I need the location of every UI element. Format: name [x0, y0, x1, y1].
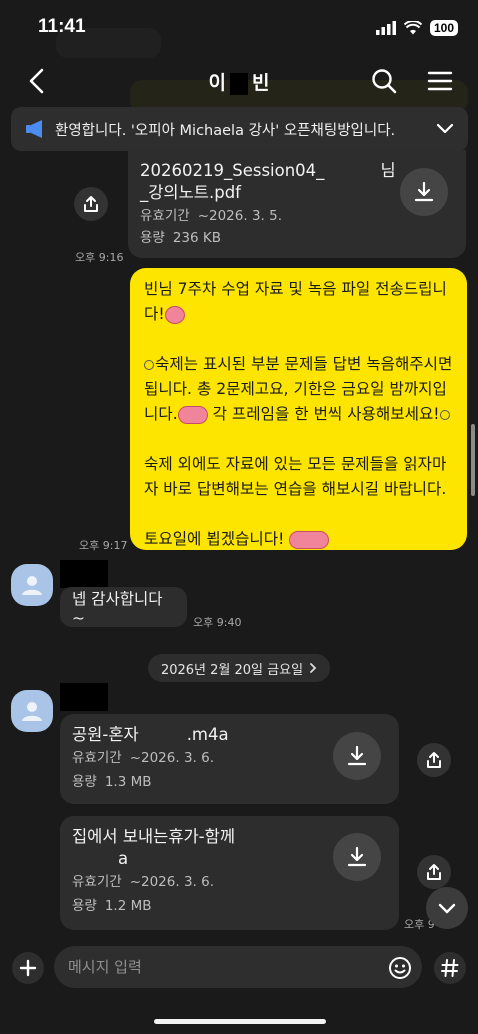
- size-label: 용량: [140, 230, 165, 246]
- file-name-text: 공원-혼자: [72, 725, 139, 744]
- wifi-icon: [403, 21, 422, 35]
- status-icons: 100: [375, 20, 458, 36]
- muscle-emoticon-icon: [289, 530, 330, 549]
- file-size: 용량 1.2 MB: [72, 894, 387, 918]
- size-value: 1.2 MB: [104, 898, 152, 914]
- file-message-audio[interactable]: 집에서 보내는휴가-함께 a 유효기간 ~2026. 3. 6. 용량 1.2 MB: [60, 816, 399, 930]
- message-paragraph: 각 프레임을 한 번씩 사용해보세요!: [212, 405, 440, 423]
- redacted-name: [230, 72, 248, 95]
- hash-icon: [441, 959, 459, 977]
- battery-indicator: 100: [429, 20, 458, 36]
- emoji-icon: [389, 957, 411, 979]
- chevron-down-icon: [438, 903, 456, 914]
- home-indicator: [154, 1019, 326, 1024]
- message-input[interactable]: [54, 946, 422, 988]
- download-icon: [347, 846, 367, 867]
- size-label: 용량: [72, 898, 97, 914]
- share-button[interactable]: [417, 743, 451, 777]
- validity-label: 유효기간: [72, 750, 122, 766]
- emoticon-icon: [164, 305, 185, 324]
- status-time: 11:41: [38, 16, 86, 37]
- search-button[interactable]: [370, 67, 398, 95]
- validity-value: ~2026. 3. 6.: [129, 874, 214, 890]
- message-input-bar: [0, 944, 478, 990]
- hamburger-icon: [427, 71, 453, 91]
- size-label: 용량: [72, 774, 97, 790]
- size-value: 236 KB: [172, 230, 222, 246]
- share-button[interactable]: [417, 855, 451, 889]
- avatar[interactable]: [11, 564, 53, 606]
- download-button[interactable]: [400, 168, 448, 216]
- size-value: 1.3 MB: [104, 774, 152, 790]
- download-icon: [414, 181, 434, 202]
- message-text: 넵 감사합니다~: [72, 590, 163, 627]
- download-icon: [347, 745, 367, 766]
- download-button[interactable]: [333, 732, 381, 780]
- share-icon: [84, 196, 98, 212]
- validity-label: 유효기간: [72, 874, 122, 890]
- avatar[interactable]: [11, 690, 53, 732]
- chat-header: 이빈: [0, 58, 478, 106]
- date-divider-text: 2026년 2월 20일 금요일: [160, 662, 304, 678]
- file-size: 용량 236 KB: [140, 228, 454, 248]
- sent-message-bubble[interactable]: 빈님 7주차 수업 자료 및 녹음 파일 전송드립니다! 숙제는 표시된 부분 …: [130, 268, 467, 550]
- chat-title: 이빈: [0, 68, 478, 95]
- chat-title-start: 이: [208, 72, 226, 94]
- message-time: 오후 9:16: [75, 251, 124, 264]
- status-bar: 11:41 100: [0, 0, 478, 58]
- chevron-right-icon: [310, 663, 317, 673]
- scroll-to-bottom-button[interactable]: [426, 887, 468, 929]
- message-paragraph: 숙제 외에도 자료에 있는 모든 문제들을 읽자마자 바로 답변해보는 연습을 …: [144, 455, 447, 498]
- search-icon: [372, 69, 397, 94]
- share-icon: [427, 752, 441, 768]
- sparkle-emoticon-icon: [439, 409, 450, 420]
- message-time: 오후 9:40: [193, 616, 242, 629]
- hashtag-button[interactable]: [434, 952, 466, 984]
- signal-icon: [375, 21, 396, 35]
- emoticon-icon: [177, 405, 208, 424]
- megaphone-icon: [26, 120, 42, 138]
- file-name-line1: 20260219_Session04_: [140, 161, 325, 180]
- download-button[interactable]: [333, 833, 381, 881]
- redacted-sender-name: [60, 560, 108, 588]
- redacted-sender-name: [60, 683, 108, 711]
- default-profile-icon: [22, 576, 42, 595]
- file-name-suffix: 님: [380, 161, 396, 180]
- chevron-down-icon[interactable]: [436, 120, 454, 138]
- validity-value: ~2026. 3. 6.: [129, 750, 214, 766]
- share-button[interactable]: [74, 187, 108, 221]
- notice-text: 환영합니다. '오피아 Michaela 강사' 오픈채팅방입니다.: [55, 122, 396, 139]
- share-icon: [427, 864, 441, 880]
- validity-label: 유효기간: [140, 208, 190, 224]
- emoji-button[interactable]: [386, 954, 414, 982]
- plus-icon: [19, 959, 37, 977]
- menu-button[interactable]: [426, 67, 454, 95]
- notice-banner[interactable]: 환영합니다. '오피아 Michaela 강사' 오픈채팅방입니다.: [11, 107, 468, 151]
- add-attachment-button[interactable]: [12, 952, 44, 984]
- file-ext: .m4a: [186, 725, 229, 744]
- message-paragraph: 빈님 7주차 수업 자료 및 녹음 파일 전송드립니다!: [144, 280, 447, 323]
- file-message-audio[interactable]: 공원-혼자 .m4a 유효기간 ~2026. 3. 6. 용량 1.3 MB: [60, 714, 399, 804]
- sparkle-emoticon-icon: [144, 359, 154, 370]
- default-profile-icon: [22, 702, 42, 721]
- file-message-pdf[interactable]: 20260219_Session04_ 님 _강의노트.pdf 유효기간 ~2026…: [128, 150, 466, 258]
- validity-value: ~2026. 3. 5.: [197, 208, 282, 224]
- date-divider[interactable]: 2026년 2월 20일 금요일: [148, 654, 330, 682]
- received-message-bubble[interactable]: 넵 감사합니다~: [60, 587, 187, 627]
- scrollbar[interactable]: [471, 424, 475, 496]
- message-time: 오후 9:17: [79, 539, 128, 552]
- message-paragraph: 토요일에 뵙겠습니다!: [144, 530, 285, 548]
- chat-title-end: 빈: [252, 72, 270, 94]
